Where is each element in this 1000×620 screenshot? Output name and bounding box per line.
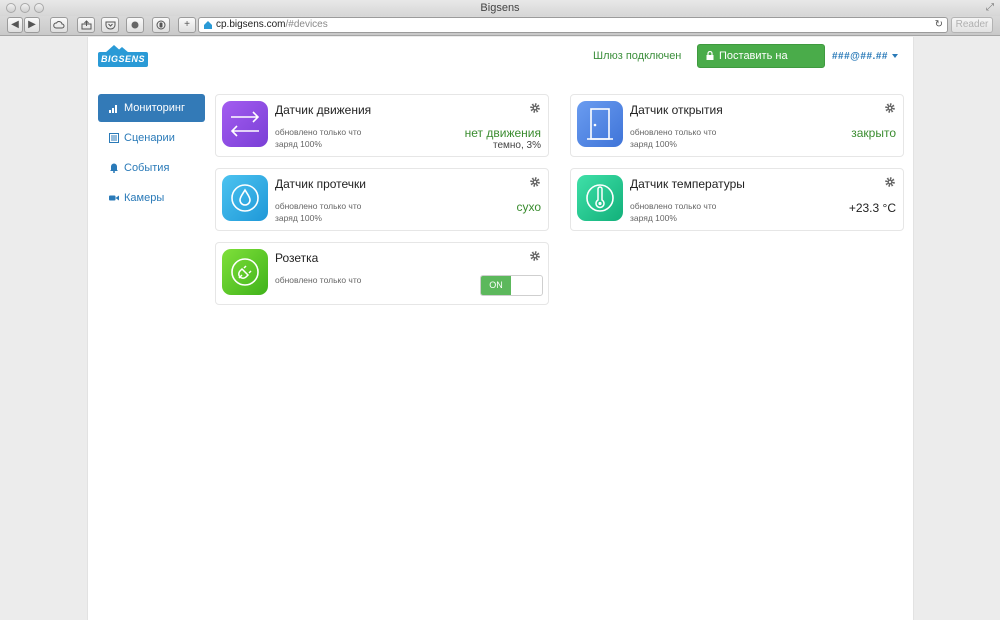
arm-button[interactable]: Поставить на охрану <box>697 44 825 84</box>
toggle-on-label: ON <box>481 276 511 295</box>
list-icon <box>109 133 119 143</box>
video-camera-icon <box>109 195 119 201</box>
share-button[interactable] <box>77 17 95 33</box>
gateway-status: Шлюз подключен <box>593 50 682 62</box>
user-menu[interactable]: ###@##.## <box>832 51 898 62</box>
sidebar-item-events[interactable]: События <box>98 154 205 182</box>
pocket-button[interactable] <box>101 17 119 33</box>
device-card-motion[interactable]: Датчик движения обновлено только что зар… <box>215 94 549 157</box>
thermometer-icon <box>586 184 614 212</box>
device-title: Датчик открытия <box>630 103 723 117</box>
device-battery: заряд 100% <box>275 139 322 149</box>
leak-tile <box>222 175 268 221</box>
logo[interactable]: BIGSENS <box>98 45 148 69</box>
icloud-button[interactable] <box>50 17 68 33</box>
user-email: ###@##.## <box>832 51 888 62</box>
device-state: закрыто <box>851 126 896 140</box>
reload-icon[interactable]: ↻ <box>935 18 943 32</box>
caret-down-icon <box>891 54 898 59</box>
sidebar-item-label: Сценарии <box>124 132 175 144</box>
browser-toolbar: ◀ ▶ + cp.bigsens.com/#devices ↻ Reader <box>0 16 1000 36</box>
window-titlebar: Bigsens ⤢ <box>0 0 1000 16</box>
extension-button[interactable] <box>126 17 144 33</box>
gear-icon[interactable] <box>529 102 541 114</box>
address-path: /#devices <box>285 19 328 30</box>
sidebar-item-cameras[interactable]: Камеры <box>98 184 205 212</box>
plug-icon <box>231 258 259 286</box>
sidebar-item-label: События <box>124 162 170 174</box>
gear-icon[interactable] <box>529 250 541 262</box>
device-title: Датчик движения <box>275 103 372 117</box>
socket-tile <box>222 249 268 295</box>
adblock-button[interactable] <box>152 17 170 33</box>
hand-icon <box>156 20 166 30</box>
bell-icon <box>110 163 118 173</box>
site-home-icon <box>204 21 212 29</box>
device-temperature-value: +23.3 °C <box>848 201 896 215</box>
device-updated: обновлено только что <box>275 201 362 211</box>
zoom-window-button[interactable] <box>34 3 44 13</box>
address-domain: cp.bigsens.com <box>216 19 286 30</box>
device-state: нет движения <box>464 126 541 140</box>
page: BIGSENS Шлюз подключен Поставить на охра… <box>87 37 914 620</box>
device-updated: обновлено только что <box>630 201 717 211</box>
gear-icon[interactable] <box>884 176 896 188</box>
device-card-leak[interactable]: Датчик протечки обновлено только что зар… <box>215 168 549 231</box>
add-bookmark-button[interactable]: + <box>178 17 196 33</box>
device-card-temperature[interactable]: Датчик температуры обновлено только что … <box>570 168 904 231</box>
device-battery: заряд 100% <box>630 139 677 149</box>
device-light-level: темно, 3% <box>493 140 541 151</box>
sidebar: Мониторинг Сценарии События Камеры <box>98 94 205 214</box>
sidebar-item-monitoring[interactable]: Мониторинг <box>98 94 205 122</box>
gear-icon[interactable] <box>529 176 541 188</box>
back-button[interactable]: ◀ <box>7 17 23 33</box>
motion-tile <box>222 101 268 147</box>
socket-power-toggle[interactable]: ON <box>480 275 543 296</box>
close-window-button[interactable] <box>6 3 16 13</box>
sidebar-item-scenarios[interactable]: Сценарии <box>98 124 205 152</box>
reader-button[interactable]: Reader <box>951 17 993 33</box>
arm-button-label: Поставить на охрану <box>719 50 788 84</box>
temperature-tile <box>577 175 623 221</box>
door-tile <box>577 101 623 147</box>
water-drop-icon <box>231 184 259 212</box>
share-icon <box>81 20 91 30</box>
address-bar[interactable]: cp.bigsens.com/#devices ↻ <box>198 17 948 33</box>
logo-text: BIGSENS <box>98 52 148 67</box>
sidebar-item-label: Камеры <box>124 192 165 204</box>
puzzle-icon <box>131 21 139 29</box>
device-updated: обновлено только что <box>630 127 717 137</box>
device-card-door[interactable]: Датчик открытия обновлено только что зар… <box>570 94 904 157</box>
device-title: Датчик протечки <box>275 177 366 191</box>
device-title: Датчик температуры <box>630 177 745 191</box>
device-updated: обновлено только что <box>275 127 362 137</box>
sidebar-item-label: Мониторинг <box>124 102 186 114</box>
cloud-icon <box>53 21 65 29</box>
bar-chart-icon <box>109 105 117 113</box>
pocket-icon <box>105 21 115 30</box>
motion-arrows-icon <box>230 111 260 137</box>
device-battery: заряд 100% <box>275 213 322 223</box>
fullscreen-icon[interactable]: ⤢ <box>986 2 994 14</box>
forward-button[interactable]: ▶ <box>24 17 40 33</box>
door-icon <box>587 108 613 140</box>
device-state: сухо <box>516 200 541 214</box>
device-battery: заряд 100% <box>630 213 677 223</box>
device-card-socket[interactable]: Розетка обновлено только что ON <box>215 242 549 305</box>
window-title: Bigsens <box>480 2 520 14</box>
minimize-window-button[interactable] <box>20 3 30 13</box>
device-title: Розетка <box>275 251 319 265</box>
gear-icon[interactable] <box>884 102 896 114</box>
device-updated: обновлено только что <box>275 275 362 285</box>
lock-icon <box>706 51 714 60</box>
